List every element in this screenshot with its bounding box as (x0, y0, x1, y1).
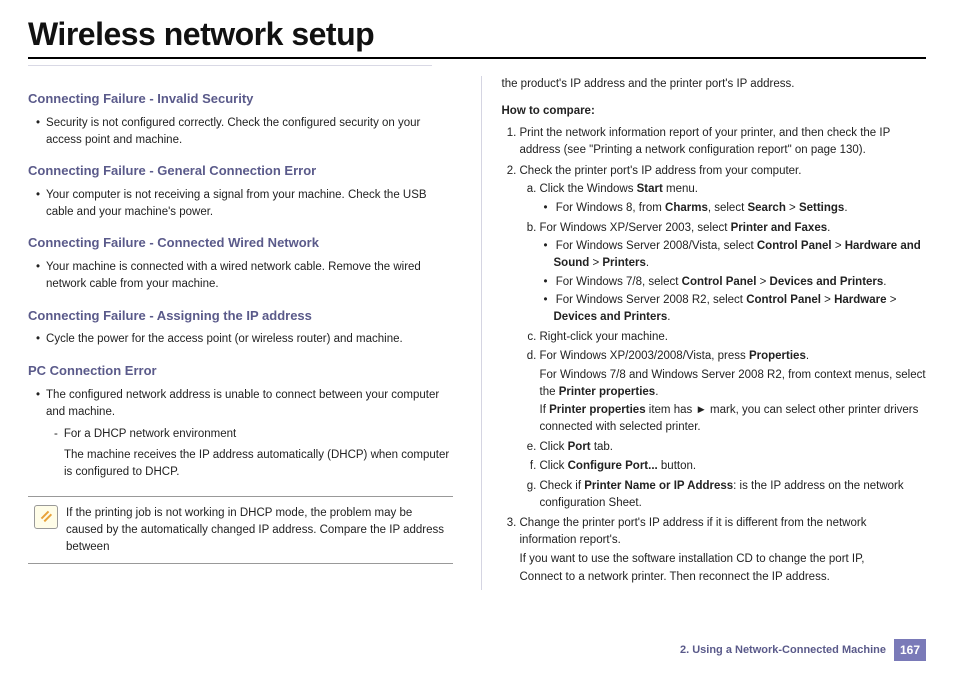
indent-text: The machine receives the IP address auto… (28, 447, 453, 480)
sub-text: For Windows 7/8 and Windows Server 2008 … (540, 367, 927, 400)
section-general-error: Connecting Failure - General Connection … (28, 162, 453, 181)
sub-bullet: For Windows 7/8, select Control Panel > … (540, 274, 927, 291)
step-3: Change the printer port's IP address if … (520, 515, 927, 586)
right-column: the product's IP address and the printer… (481, 76, 927, 590)
sub-bullet: For Windows Server 2008/Vista, select Co… (540, 238, 927, 271)
step-g: Check if Printer Name or IP Address: is … (540, 478, 927, 511)
bullet: Cycle the power for the access point (or… (28, 331, 453, 348)
bullet: Your computer is not receiving a signal … (28, 187, 453, 220)
step-3-sub2: Connect to a network printer. Then recon… (520, 569, 927, 586)
chapter-label: 2. Using a Network-Connected Machine (680, 644, 886, 656)
step-1: Print the network information report of … (520, 125, 927, 158)
alpha-list: Click the Windows Start menu. For Window… (520, 181, 927, 511)
note-text: If the printing job is not working in DH… (66, 505, 449, 555)
step-d: For Windows XP/2003/2008/Vista, press Pr… (540, 348, 927, 435)
note-icon (34, 505, 58, 529)
title-rule (28, 57, 926, 59)
dash-item: For a DHCP network environment (28, 426, 453, 443)
sub-rule (28, 65, 432, 66)
bullet: Security is not configured correctly. Ch… (28, 115, 453, 148)
page-title: Wireless network setup (28, 16, 926, 53)
page-number: 167 (894, 639, 926, 661)
sub-bullet: For Windows Server 2008 R2, select Contr… (540, 292, 927, 325)
continuation-text: the product's IP address and the printer… (502, 76, 927, 93)
section-wired-network: Connecting Failure - Connected Wired Net… (28, 234, 453, 253)
step-1-text: Print the network information report of … (520, 127, 891, 156)
footer: 2. Using a Network-Connected Machine 167 (680, 639, 926, 661)
step-a: Click the Windows Start menu. For Window… (540, 181, 927, 216)
section-invalid-security: Connecting Failure - Invalid Security (28, 90, 453, 109)
step-2: Check the printer port's IP address from… (520, 163, 927, 512)
step-b: For Windows XP/Server 2003, select Print… (540, 220, 927, 326)
how-to-compare: How to compare: (502, 103, 927, 120)
section-pc-error: PC Connection Error (28, 362, 453, 381)
step-3-sub: If you want to use the software installa… (520, 551, 927, 568)
left-column: Connecting Failure - Invalid Security Se… (28, 76, 453, 590)
bullet: The configured network address is unable… (28, 387, 453, 420)
bullet: Your machine is connected with a wired n… (28, 259, 453, 292)
step-3-text: Change the printer port's IP address if … (520, 517, 867, 546)
page: Wireless network setup Connecting Failur… (0, 0, 954, 590)
step-f: Click Configure Port... button. (540, 458, 927, 475)
sub-text: If Printer properties item has ► mark, y… (540, 402, 927, 435)
step-2-text: Check the printer port's IP address from… (520, 165, 802, 177)
note-box: If the printing job is not working in DH… (28, 496, 453, 564)
numbered-steps: Print the network information report of … (502, 125, 927, 586)
section-ip-address: Connecting Failure - Assigning the IP ad… (28, 307, 453, 326)
content-columns: Connecting Failure - Invalid Security Se… (28, 76, 926, 590)
step-e: Click Port tab. (540, 439, 927, 456)
sub-bullet: For Windows 8, from Charms, select Searc… (540, 200, 927, 217)
step-c: Right-click your machine. (540, 329, 927, 346)
